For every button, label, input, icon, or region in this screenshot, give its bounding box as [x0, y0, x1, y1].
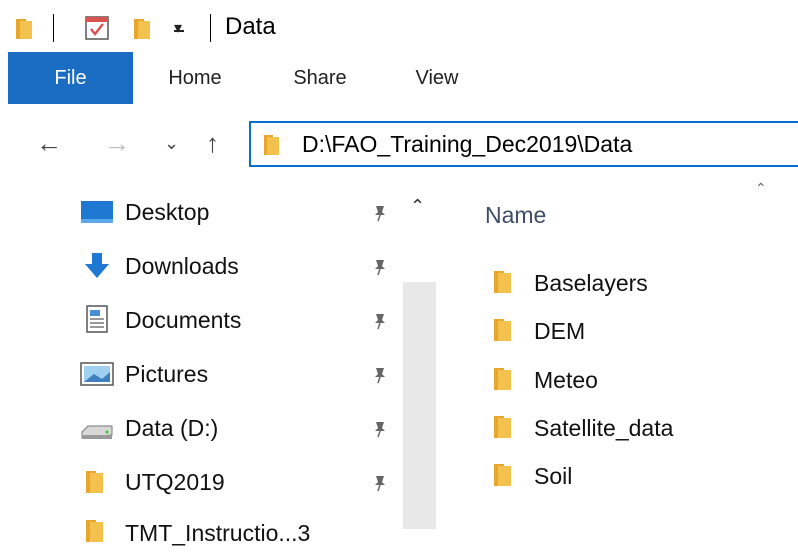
folder-icon: [494, 368, 511, 390]
forward-icon[interactable]: →: [104, 128, 130, 158]
tab-share[interactable]: Share: [275, 52, 365, 104]
title-bar: [0, 0, 798, 52]
address-path[interactable]: D:\FAO_Training_Dec2019\Data: [302, 128, 632, 160]
sidebar-item-data-drive[interactable]: Data (D:): [80, 409, 400, 449]
file-name: Satellite_data: [534, 415, 674, 441]
separator: [53, 14, 54, 42]
back-icon[interactable]: ←: [36, 128, 62, 158]
pin-icon[interactable]: [370, 203, 390, 223]
folder-icon: [494, 464, 511, 486]
list-item[interactable]: Satellite_data: [492, 409, 792, 449]
list-item[interactable]: Baselayers: [492, 264, 792, 304]
sidebar-item-tmt[interactable]: TMT_Instructio...3: [80, 514, 400, 554]
scroll-up-icon[interactable]: ⌃: [410, 196, 425, 217]
pin-icon[interactable]: [370, 419, 390, 439]
tab-view[interactable]: View: [392, 52, 482, 104]
file-name: DEM: [534, 318, 586, 344]
sidebar-item-label: Data (D:): [125, 415, 219, 441]
folder-icon: [264, 135, 279, 155]
folder-icon: [494, 319, 511, 341]
sidebar-item-utq2019[interactable]: UTQ2019: [80, 463, 400, 503]
sidebar-item-pictures[interactable]: Pictures: [80, 355, 400, 395]
sidebar-item-label: Desktop: [125, 199, 210, 225]
window-title: Data: [225, 13, 276, 40]
sidebar-item-downloads[interactable]: Downloads: [80, 247, 400, 287]
folder-icon: [86, 520, 103, 542]
sidebar-item-label: Documents: [125, 307, 242, 333]
list-item[interactable]: Soil: [492, 457, 792, 497]
folder-icon[interactable]: [14, 17, 36, 41]
sidebar-item-label: TMT_Instructio...3: [125, 520, 311, 546]
sidebar-item-documents[interactable]: Documents: [80, 301, 400, 341]
pin-icon[interactable]: [370, 257, 390, 277]
sort-ascending-icon: ⌃: [755, 180, 767, 196]
folder-icon: [494, 271, 511, 293]
customize-toolbar-icon[interactable]: ▾: [174, 18, 182, 38]
documents-icon: [86, 305, 108, 333]
properties-checkbox-icon[interactable]: [84, 14, 110, 42]
customize-toolbar-line: [174, 30, 184, 32]
sidebar-item-label: Pictures: [125, 361, 209, 387]
file-name: Baselayers: [534, 270, 648, 296]
desktop-icon: [81, 201, 113, 223]
pin-icon[interactable]: [370, 473, 390, 493]
sidebar-item-desktop[interactable]: Desktop: [80, 193, 400, 233]
column-header-name[interactable]: Name: [485, 200, 546, 230]
tab-home[interactable]: Home: [150, 52, 240, 104]
file-name: Meteo: [534, 367, 598, 393]
list-item[interactable]: Meteo: [492, 361, 792, 401]
list-item[interactable]: DEM: [492, 312, 792, 352]
pin-icon[interactable]: [370, 311, 390, 331]
folder-icon: [86, 471, 103, 493]
up-icon[interactable]: ↑: [206, 128, 219, 158]
pictures-icon: [80, 362, 114, 386]
new-folder-icon[interactable]: [132, 17, 154, 41]
pin-icon[interactable]: [370, 365, 390, 385]
drive-icon: [81, 425, 113, 439]
recent-locations-icon[interactable]: ⌄: [164, 128, 179, 158]
nav-scrollbar-thumb[interactable]: [403, 282, 436, 529]
tab-file[interactable]: File: [8, 52, 133, 104]
separator: [210, 14, 211, 42]
file-name: Soil: [534, 463, 573, 489]
sidebar-item-label: UTQ2019: [125, 469, 225, 495]
downloads-icon: [85, 253, 109, 278]
folder-icon: [494, 416, 511, 438]
sidebar-item-label: Downloads: [125, 253, 239, 279]
